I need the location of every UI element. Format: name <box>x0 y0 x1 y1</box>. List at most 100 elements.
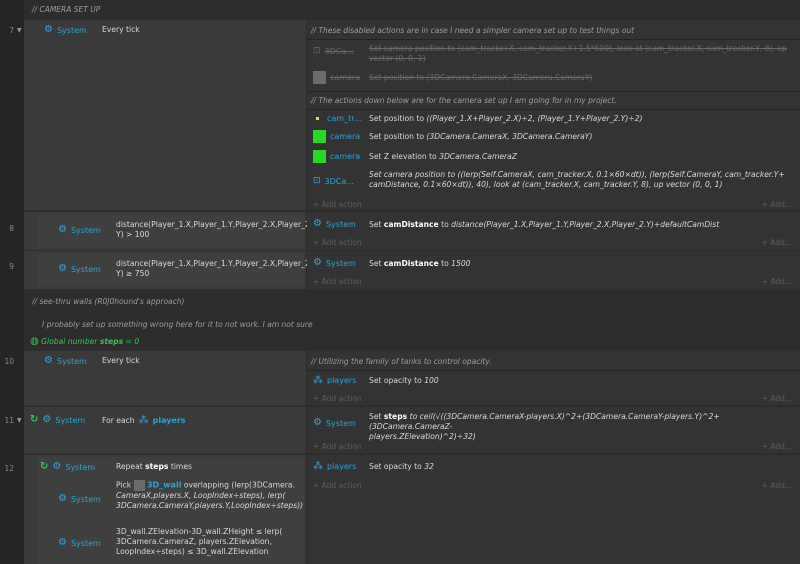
row-number-11: 11 <box>4 416 14 425</box>
condition-block-row10[interactable]: ⚙ System Every tick <box>24 351 306 405</box>
row-number-12: 12 <box>4 464 14 473</box>
system-object: ↻ ⚙ System <box>30 414 86 425</box>
gear-icon: ⚙ <box>58 224 67 235</box>
condition-text: distance(Player_1.X,Player_1.Y,Player_2.… <box>116 220 313 239</box>
globe-icon: ◍ <box>30 336 39 347</box>
row-number-9: 9 <box>9 262 14 271</box>
collapse-arrow-icon[interactable]: ▼ <box>17 417 22 424</box>
action-object-3dcamera[interactable]: ⊡ 3DCa... <box>313 46 354 56</box>
gear-icon: ⚙ <box>52 461 62 472</box>
loop-icon: ↻ <box>40 461 49 472</box>
divider <box>307 370 800 371</box>
actions-block-row8: ⚙ System Set camDistance to distance(Pla… <box>307 212 800 250</box>
actions-block-row12: ⁂ players Set opacity to 32 + Add action… <box>307 455 800 564</box>
action-object-players[interactable]: ⁂ players <box>313 375 356 386</box>
system-object: ⚙ System <box>44 355 87 366</box>
disabled-action-text[interactable]: Set position to (3DCamera.CameraX, 3DCam… <box>369 73 592 83</box>
action-comment[interactable]: // The actions down below are for the ca… <box>311 96 617 105</box>
global-variable[interactable]: ◍ Global number steps = 0 <box>30 337 139 347</box>
divider <box>307 39 800 40</box>
action-object-system[interactable]: ⚙ System <box>313 418 356 428</box>
action-text[interactable]: Set opacity to 32 <box>369 462 434 472</box>
action-object-camera[interactable]: camera <box>313 71 360 84</box>
actions-block-row10: // Utilizing the family of tanks to cont… <box>307 351 800 405</box>
for-each-condition: For each ⁂ players <box>102 415 186 426</box>
condition-text: Every tick <box>102 25 140 34</box>
gear-icon: ⚙ <box>313 417 322 428</box>
comment-see-thru[interactable]: // see-thru walls (R0J0hound's approach) <box>32 297 184 306</box>
gear-icon: ⚙ <box>58 493 67 504</box>
action-text[interactable]: Set steps to ceil(√((3DCamera.CameraX-pl… <box>369 412 797 442</box>
sprite-icon <box>313 71 326 84</box>
actions-block-row7: // These disabled actions are in case I … <box>307 20 800 210</box>
zelevation-condition: 3D_wall.ZElevation-3D_wall.ZHeight ≤ ler… <box>116 527 283 556</box>
add-action-button[interactable]: + Add action <box>313 277 362 286</box>
condition-block-row8[interactable]: ⚙ System distance(Player_1.X,Player_1.Y,… <box>24 212 312 250</box>
row-number-7: 7 <box>9 26 14 35</box>
gear-icon: ⚙ <box>313 257 322 268</box>
add-more-button[interactable]: + Add... <box>762 200 792 209</box>
action-object-system[interactable]: ⚙ System <box>313 219 356 229</box>
repeat-condition: Repeat steps times <box>116 462 192 471</box>
action-text[interactable]: Set camDistance to distance(Player_1.X,P… <box>369 220 719 230</box>
gutter <box>0 0 24 564</box>
add-action-button[interactable]: + Add action <box>313 481 362 490</box>
action-text[interactable]: Set position to ((Player_1.X+Player_2.X)… <box>369 114 643 124</box>
family-icon: ⁂ <box>313 375 323 386</box>
action-text[interactable]: Set position to (3DCamera.CameraX, 3DCam… <box>369 132 592 142</box>
condition-block-row12[interactable]: ↻ ⚙ System Repeat steps times ⚙ System P… <box>24 455 306 564</box>
action-text[interactable]: Set camDistance to 1500 <box>369 259 470 269</box>
condition-text: distance(Player_1.X,Player_1.Y,Player_2.… <box>116 259 313 278</box>
condition-block-row7[interactable]: ⚙ System Every tick <box>24 20 306 210</box>
pick-condition: Pick 3D_wall overlapping (lerp(3DCamera.… <box>116 480 304 510</box>
comment-note[interactable]: I probably set up something wrong here f… <box>42 320 313 329</box>
add-action-button[interactable]: + Add action <box>313 394 362 403</box>
action-comment[interactable]: // Utilizing the family of tanks to cont… <box>311 357 492 366</box>
action-text[interactable]: Set opacity to 100 <box>369 376 439 386</box>
action-object-3dcamera[interactable]: ⊡ 3DCa... <box>313 176 354 186</box>
system-object: ⚙ System <box>44 24 87 35</box>
action-object-camera[interactable]: camera <box>313 150 360 163</box>
actions-block-row11: ⚙ System Set steps to ceil(√((3DCamera.C… <box>307 407 800 453</box>
camera-icon: ⊡ <box>313 46 321 56</box>
gear-icon: ⚙ <box>42 414 52 425</box>
gear-icon: ⚙ <box>44 24 53 35</box>
system-object: ↻ ⚙ System <box>40 461 96 472</box>
collapse-arrow-icon[interactable]: ▼ <box>17 27 22 34</box>
sprite-icon <box>313 130 326 143</box>
family-icon: ⁂ <box>313 461 323 472</box>
row-number-10: 10 <box>4 357 14 366</box>
add-more-button[interactable]: + Add... <box>762 394 792 403</box>
wall-icon <box>133 480 145 491</box>
family-icon: ⁂ <box>138 415 149 426</box>
comment-camera-setup[interactable]: // CAMERA SET UP <box>32 5 100 14</box>
sprite-icon <box>313 150 326 163</box>
condition-block-row9[interactable]: ⚙ System distance(Player_1.X,Player_1.Y,… <box>24 251 312 289</box>
action-object-camera[interactable]: camera <box>313 130 360 143</box>
action-text[interactable]: Set camera position to ((lerp(Self.Camer… <box>369 170 785 190</box>
divider <box>307 109 800 110</box>
add-action-button[interactable]: + Add action <box>313 442 362 451</box>
action-comment[interactable]: // These disabled actions are in case I … <box>311 26 634 35</box>
system-object: ⚙ System <box>58 493 101 504</box>
system-object: ⚙ System <box>58 537 101 548</box>
gear-icon: ⚙ <box>44 355 53 366</box>
gear-icon: ⚙ <box>58 537 67 548</box>
condition-text: Every tick <box>102 356 140 365</box>
action-text[interactable]: Set Z elevation to 3DCamera.CameraZ <box>369 152 517 162</box>
action-object-cam-tracker[interactable]: cam_tr... <box>313 114 361 123</box>
disabled-action-text[interactable]: Set camera position to (cam_tracker.X, c… <box>369 44 794 64</box>
add-more-button[interactable]: + Add... <box>762 238 792 247</box>
add-more-button[interactable]: + Add... <box>762 442 792 451</box>
action-object-system[interactable]: ⚙ System <box>313 258 356 268</box>
actions-block-row9: ⚙ System Set camDistance to 1500 + Add a… <box>307 251 800 289</box>
action-object-players[interactable]: ⁂ players <box>313 461 356 472</box>
add-more-button[interactable]: + Add... <box>762 277 792 286</box>
add-more-button[interactable]: + Add... <box>762 481 792 490</box>
add-action-button[interactable]: + Add action <box>313 238 362 247</box>
system-object: ⚙ System <box>58 263 101 274</box>
camera-icon: ⊡ <box>313 176 321 186</box>
gear-icon: ⚙ <box>58 263 67 274</box>
add-action-button[interactable]: + Add action <box>313 200 362 209</box>
condition-block-row11[interactable]: ↻ ⚙ System For each ⁂ players <box>24 407 306 453</box>
